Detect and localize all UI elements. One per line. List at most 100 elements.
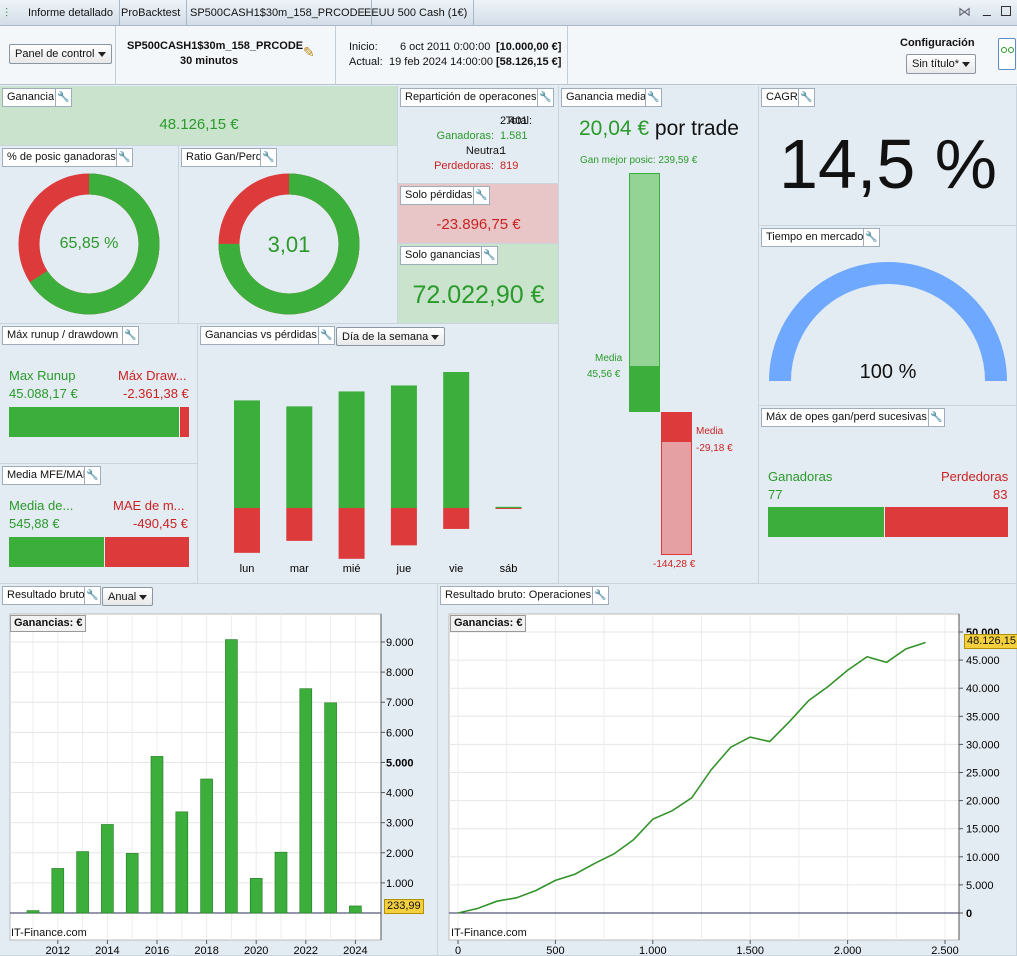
bruto-xtick-label: 2022 — [294, 945, 318, 956]
bruto-bar-2016 — [150, 756, 164, 914]
sucesivas-settings-icon[interactable]: 🔧 — [928, 408, 945, 427]
solo-perdidas-settings-icon[interactable]: 🔧 — [473, 186, 490, 205]
bruto-bar-2022 — [299, 688, 313, 914]
ratio-settings-icon[interactable]: 🔧 — [260, 148, 277, 167]
ratio-title: Ratio Gan/Perd — [181, 148, 267, 167]
mfe-settings-icon[interactable]: 🔧 — [84, 466, 101, 485]
tiempo-settings-icon[interactable]: 🔧 — [863, 228, 880, 247]
sucesivas-gan-bar — [768, 507, 884, 537]
ganancia-media-title: Ganancia media — [561, 88, 652, 107]
cagr-settings-icon[interactable]: 🔧 — [798, 88, 815, 107]
bruto-last-value: 233,99 — [384, 899, 424, 914]
day-label-mar: mar — [290, 563, 309, 575]
gan-value: 1.581 — [500, 130, 528, 142]
bruto-bar-2024 — [349, 905, 362, 914]
tab-probacktest[interactable]: ProBacktest — [115, 0, 188, 26]
ganancia-title: Ganancia — [2, 88, 60, 107]
minimize-icon[interactable]: _ — [983, 0, 991, 16]
sucesivas-gan-label: Ganadoras — [768, 469, 833, 484]
mae-value: -490,45 € — [133, 516, 188, 531]
bruto-watermark: IT-Finance.com — [11, 927, 87, 939]
ops-xtick-label: 0 — [455, 945, 461, 956]
ganancia-settings-icon[interactable]: 🔧 — [55, 88, 72, 107]
tab-bar: ⫶ Informe detallado ProBacktest SP500CAS… — [0, 0, 1017, 26]
bruto-bar-2020 — [249, 878, 263, 914]
gain-bar-jue — [390, 385, 417, 508]
drawdown-bar — [180, 407, 189, 437]
mfe-value: 545,88 € — [9, 516, 60, 531]
tiempo-value: 100 % — [859, 361, 917, 383]
pct-ganadoras-settings-icon[interactable]: 🔧 — [116, 148, 133, 167]
sucesivas-panel: Máx de opes gan/perd sucesivas 🔧 Ganador… — [759, 406, 1017, 584]
drawdown-value: -2.361,38 € — [123, 386, 189, 401]
gvp-chart: lun mar mié jue vie sáb — [234, 372, 522, 575]
gvp-select[interactable]: Día de la semana — [336, 327, 446, 346]
header-divider-2 — [335, 26, 336, 84]
bruto-bar-2015 — [125, 853, 139, 914]
bruto-title: Resultado bruto — [2, 586, 90, 605]
ops-ytick-label: 20.000 — [966, 796, 1000, 808]
bruto-ytick-label: 8.000 — [386, 667, 414, 679]
tab-strategy[interactable]: SP500CASH1$30m_158_PRCODE — [184, 0, 372, 26]
ops-ytick-label: 15.000 — [966, 824, 1000, 836]
bruto-ytick-label: 3.000 — [386, 818, 414, 830]
bruto-select[interactable]: Anual — [102, 587, 154, 606]
day-label-mié: mié — [343, 563, 361, 575]
sucesivas-gan-value: 77 — [768, 487, 783, 502]
best-value: 239,59 € — [658, 155, 698, 166]
bruto-ops-last-value: 48.126,15 — [964, 634, 1017, 649]
tiempo-panel: Tiempo en mercado 🔧 100 % — [759, 226, 1017, 406]
bruto-bar-2021 — [274, 851, 288, 914]
gvp-settings-icon[interactable]: 🔧 — [318, 326, 335, 345]
share-icon[interactable]: ⋈ — [958, 4, 971, 20]
worst-loss-bar — [661, 441, 692, 555]
ops-ytick-label: 0 — [966, 908, 972, 920]
solo-ganancias-value: 72.022,90 € — [412, 281, 545, 309]
solo-ganancias-title: Solo ganancias — [400, 246, 486, 265]
perd-value: 819 — [500, 160, 519, 172]
inicio-value: [10.000,00 €] — [496, 41, 562, 53]
ganancia-media-value: 20,04 € por trade — [579, 117, 739, 141]
ganancia-media-settings-icon[interactable]: 🔧 — [645, 88, 662, 107]
day-label-lun: lun — [240, 563, 255, 575]
solo-ganancias-settings-icon[interactable]: 🔧 — [481, 246, 498, 265]
bruto-legend: Ganancias: € — [10, 615, 87, 632]
gain-bar-lun — [234, 400, 260, 508]
panel-select[interactable]: Panel de control — [9, 44, 112, 64]
bruto-ops-settings-icon[interactable]: 🔧 — [592, 586, 609, 605]
drawdown-label: Máx Draw... — [118, 368, 187, 383]
ops-ytick-label: 45.000 — [966, 655, 1000, 667]
media-gain-bar — [629, 367, 660, 412]
mfe-label: Media de... — [9, 498, 74, 513]
actual-date: 19 feb 2024 14:00:00 — [389, 56, 493, 68]
tab-instrument[interactable]: EEUU 500 Cash (1€) — [358, 0, 475, 26]
actual-value: [58.126,15 €] — [496, 56, 562, 68]
sucesivas-perd-bar — [885, 507, 1008, 537]
neutra-label: Neutra: — [465, 145, 502, 157]
bruto-xtick-label: 2016 — [145, 945, 169, 956]
solo-perdidas-title: Solo pérdidas — [400, 186, 478, 205]
ops-ytick-label: 30.000 — [966, 739, 1000, 751]
cagr-title: CAGR — [761, 88, 803, 107]
config-select[interactable]: Sin título* — [906, 54, 977, 74]
bruto-xtick-label: 2018 — [194, 945, 218, 956]
ganancia-panel: Ganancia 🔧 48.126,15 € — [0, 86, 398, 146]
bruto-bar-2019 — [225, 639, 238, 914]
edit-icon[interactable]: ✎ — [303, 44, 315, 61]
max-runup-settings-icon[interactable]: 🔧 — [122, 326, 139, 345]
bruto-bar-2013 — [76, 851, 89, 914]
header-divider — [115, 26, 116, 84]
reparticion-settings-icon[interactable]: 🔧 — [537, 88, 554, 107]
best-trade: Gan mejor posic: 239,59 € — [580, 155, 697, 166]
avg-value: 20,04 € — [579, 117, 650, 140]
ops-xtick-label: 2.000 — [834, 945, 862, 956]
gain-bar-mié — [338, 391, 365, 508]
maximize-icon[interactable] — [1001, 6, 1011, 16]
bruto-settings-icon[interactable]: 🔧 — [84, 586, 101, 605]
tiempo-title: Tiempo en mercado — [761, 228, 869, 247]
solo-ganancias-panel: Solo ganancias 🔧 72.022,90 € — [398, 244, 559, 324]
gain-bar-sáb — [495, 506, 522, 508]
report-options-icon[interactable] — [998, 38, 1016, 70]
pct-ganadoras-value: 65,85 % — [59, 235, 119, 252]
tab-informe[interactable]: Informe detallado — [22, 0, 120, 26]
